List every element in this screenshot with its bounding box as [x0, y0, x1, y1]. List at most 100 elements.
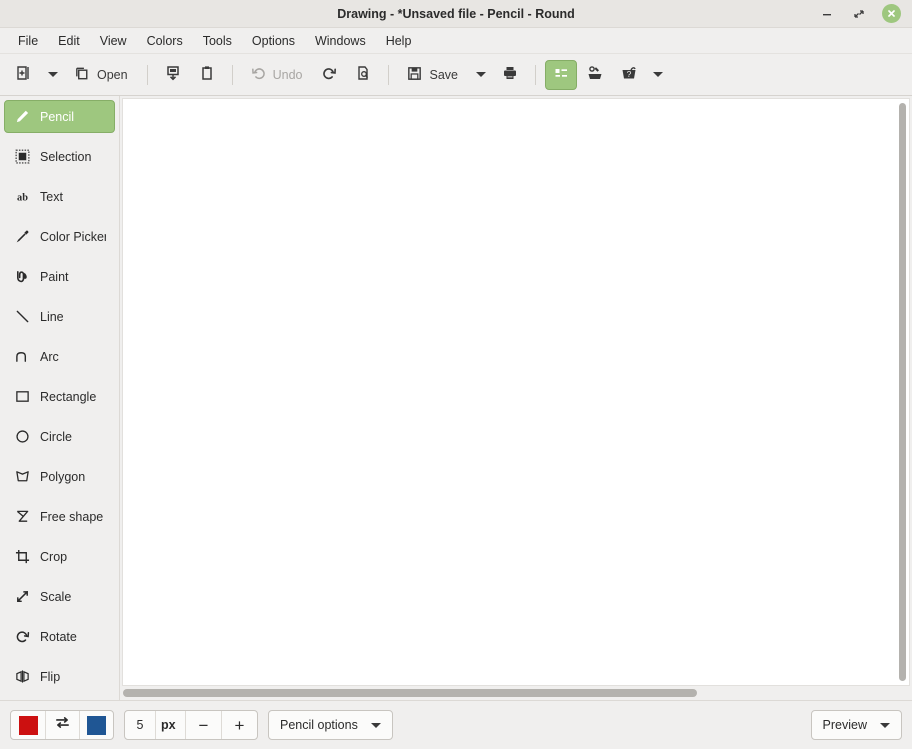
pencil-icon	[13, 108, 31, 126]
scale-icon	[13, 588, 31, 606]
sidebar-item-pencil[interactable]: Pencil	[4, 100, 115, 133]
floppy-save-icon	[406, 65, 423, 85]
document-preview-button[interactable]	[347, 60, 379, 90]
chevron-down-icon	[880, 723, 890, 728]
sidebar-item-label: Pencil	[40, 110, 74, 124]
toolbar-separator-1	[147, 65, 148, 85]
save-button[interactable]: Save	[398, 60, 468, 90]
sidebar-item-circle[interactable]: Circle	[4, 420, 115, 453]
title-bar: Drawing - *Unsaved file - Pencil - Round	[0, 0, 912, 28]
help-box-icon: ?	[620, 64, 638, 85]
toolbar-separator-2	[232, 65, 233, 85]
help-button[interactable]: ?	[613, 60, 645, 90]
sidebar-item-rotate[interactable]: Rotate	[4, 620, 115, 653]
swap-colors-button[interactable]	[45, 711, 79, 739]
tools-button[interactable]	[579, 60, 611, 90]
menu-bar: File Edit View Colors Tools Options Wind…	[0, 28, 912, 54]
maximize-icon[interactable]	[850, 5, 868, 23]
chevron-down-icon	[476, 72, 486, 77]
toolbar-overflow-dropdown[interactable]	[647, 60, 669, 90]
save-button-label: Save	[429, 68, 458, 82]
toolbar-separator-3	[388, 65, 389, 85]
tool-size-decrease-button[interactable]: −	[185, 711, 221, 739]
window-controls	[818, 4, 912, 23]
open-button[interactable]: Open	[66, 60, 138, 90]
menu-item-help[interactable]: Help	[376, 31, 422, 51]
horizontal-scrollbar-thumb[interactable]	[123, 689, 697, 697]
sidebar-item-label: Rectangle	[40, 390, 96, 404]
sidebar-item-label: Crop	[40, 550, 67, 564]
chevron-down-icon	[371, 723, 381, 728]
color-controls-group	[10, 710, 114, 740]
tool-size-unit: px	[155, 711, 185, 739]
sidebar-item-line[interactable]: Line	[4, 300, 115, 333]
sidebar-item-label: Selection	[40, 150, 91, 164]
tool-options-label: Pencil options	[280, 718, 358, 732]
minimize-icon[interactable]	[818, 5, 836, 23]
crop-icon	[13, 548, 31, 566]
undo-button[interactable]: Undo	[242, 60, 313, 90]
eyedropper-icon	[13, 228, 31, 246]
secondary-color-swatch[interactable]	[79, 711, 113, 739]
new-image-button[interactable]	[8, 60, 40, 90]
sidebar-item-color-picker[interactable]: Color Picker	[4, 220, 115, 253]
new-image-dropdown[interactable]	[42, 60, 64, 90]
open-button-label: Open	[97, 68, 128, 82]
save-dropdown[interactable]	[470, 60, 492, 90]
preview-label: Preview	[823, 718, 867, 732]
horizontal-scrollbar-track[interactable]	[123, 688, 894, 698]
printer-icon	[501, 64, 519, 85]
sidebar-toggle-button[interactable]	[545, 60, 577, 90]
menu-item-colors[interactable]: Colors	[137, 31, 193, 51]
undo-button-label: Undo	[273, 68, 303, 82]
free-shape-icon	[13, 508, 31, 526]
rectangle-icon	[13, 388, 31, 406]
tool-size-value[interactable]: 5	[125, 711, 155, 739]
close-icon[interactable]	[882, 4, 901, 23]
svg-text:ab: ab	[17, 192, 28, 203]
vertical-scrollbar[interactable]	[896, 98, 910, 686]
sidebar-item-label: Arc	[40, 350, 59, 364]
tool-options-dropdown[interactable]: Pencil options	[268, 710, 393, 740]
main-color-swatch[interactable]	[11, 711, 45, 739]
sidebar-item-label: Scale	[40, 590, 71, 604]
menu-item-windows[interactable]: Windows	[305, 31, 376, 51]
sidebar-item-scale[interactable]: Scale	[4, 580, 115, 613]
redo-button[interactable]	[314, 60, 345, 90]
menu-item-view[interactable]: View	[90, 31, 137, 51]
menu-item-options[interactable]: Options	[242, 31, 305, 51]
sidebar-item-text[interactable]: ab Text	[4, 180, 115, 213]
drawing-canvas[interactable]	[122, 98, 896, 686]
print-button[interactable]	[494, 60, 526, 90]
canvas-area	[120, 96, 912, 700]
arc-icon	[13, 348, 31, 366]
redo-icon	[321, 65, 338, 85]
sidebar-item-label: Text	[40, 190, 63, 204]
canvas-row	[122, 98, 910, 686]
sidebar-item-free-shape[interactable]: Free shape	[4, 500, 115, 533]
selection-icon	[13, 148, 31, 166]
menu-item-tools[interactable]: Tools	[193, 31, 242, 51]
sidebar-item-polygon[interactable]: Polygon	[4, 460, 115, 493]
clipboard-paste-icon	[198, 64, 216, 85]
menu-item-file[interactable]: File	[8, 31, 48, 51]
bottom-options-bar: 5 px − + Pencil options Preview	[0, 700, 912, 749]
sidebar-item-flip[interactable]: Flip	[4, 660, 115, 693]
chevron-down-icon	[653, 72, 663, 77]
sidebar-item-selection[interactable]: Selection	[4, 140, 115, 173]
svg-text:?: ?	[627, 69, 632, 79]
preview-dropdown[interactable]: Preview	[811, 710, 902, 740]
horizontal-scrollbar[interactable]	[122, 686, 910, 700]
sidebar-item-paint[interactable]: Paint	[4, 260, 115, 293]
tool-size-increase-button[interactable]: +	[221, 711, 257, 739]
sidebar-item-crop[interactable]: Crop	[4, 540, 115, 573]
sidebar-item-label: Flip	[40, 670, 60, 684]
sidebar-item-rectangle[interactable]: Rectangle	[4, 380, 115, 413]
rotate-icon	[13, 628, 31, 646]
import-button[interactable]	[157, 60, 189, 90]
vertical-scrollbar-thumb[interactable]	[899, 103, 906, 681]
sidebar-item-arc[interactable]: Arc	[4, 340, 115, 373]
paste-button[interactable]	[191, 60, 223, 90]
menu-item-edit[interactable]: Edit	[48, 31, 90, 51]
secondary-color-chip	[87, 716, 106, 735]
